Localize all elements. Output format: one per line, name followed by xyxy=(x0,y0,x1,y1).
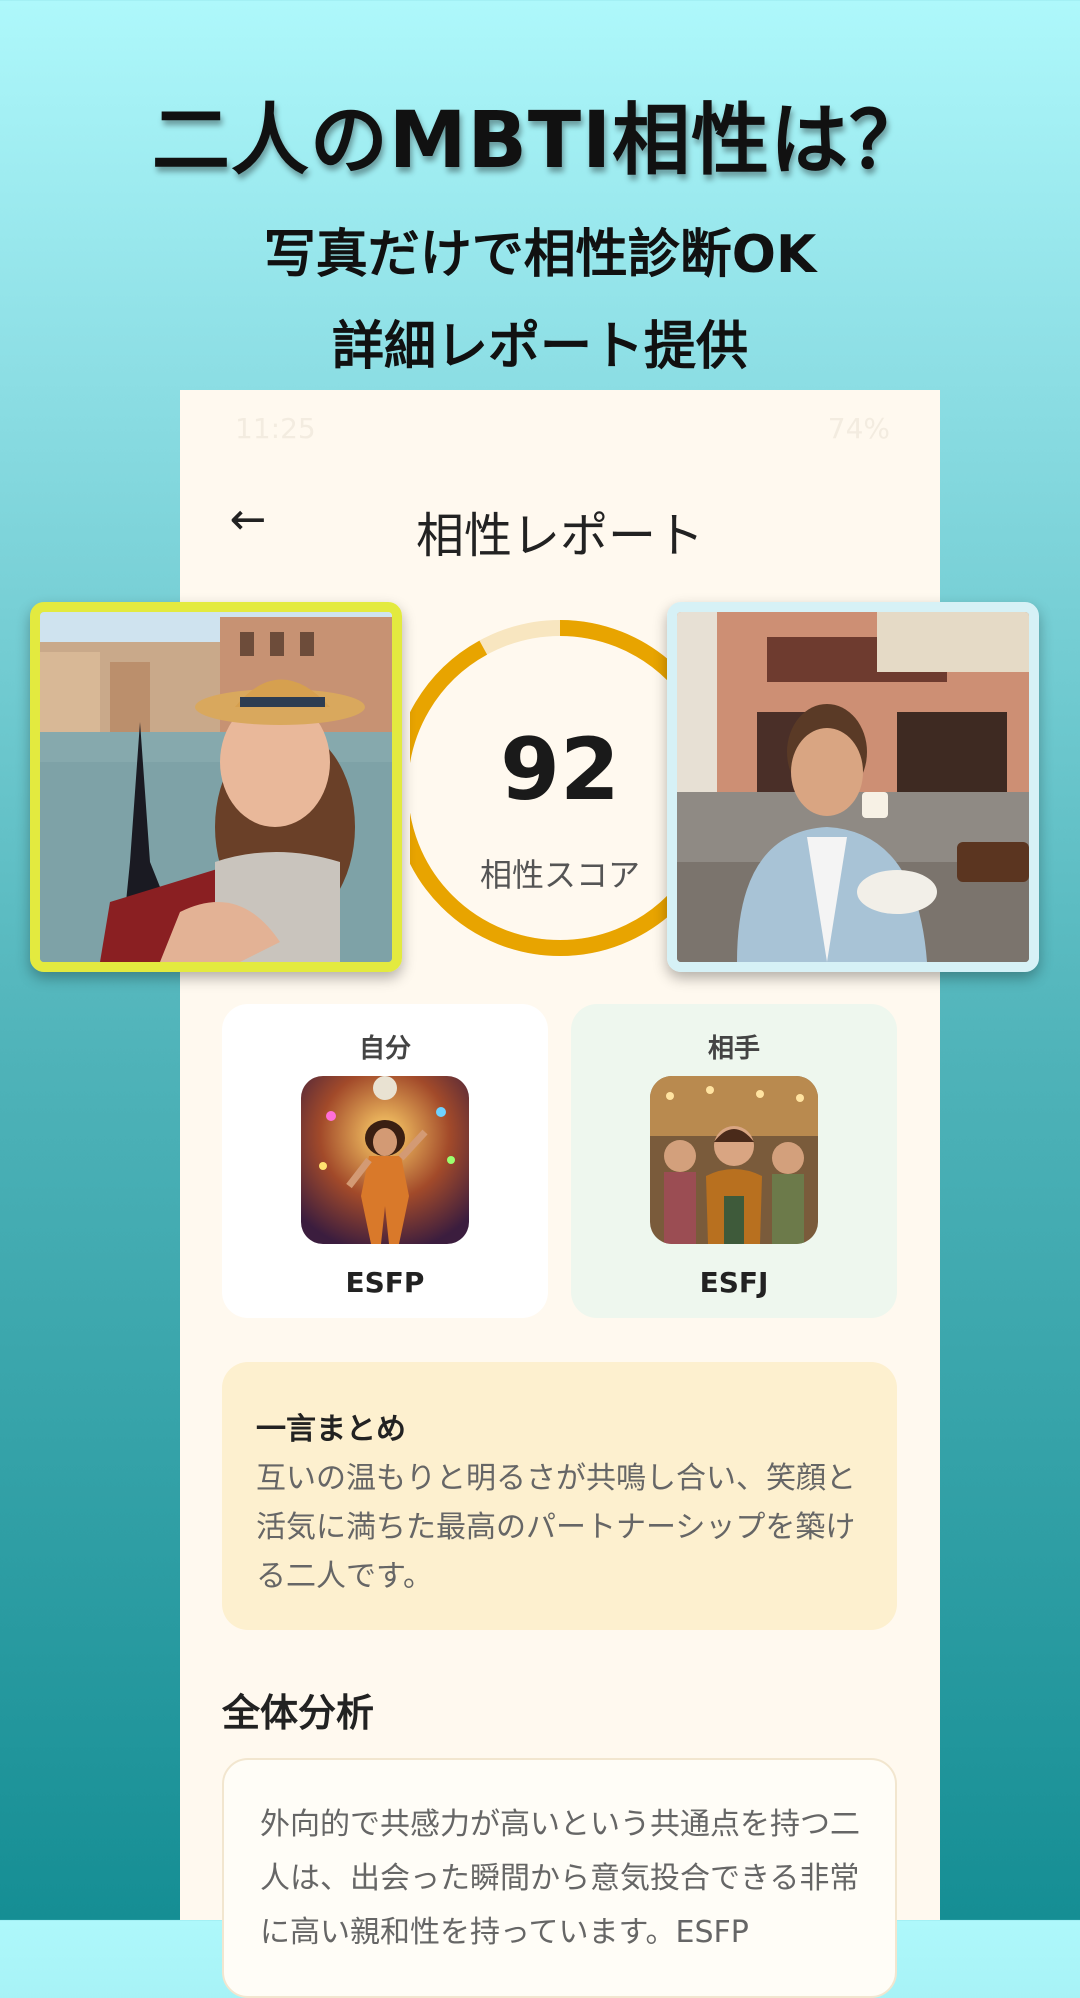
promo-subtitle-line-1: 写真だけで相性診断OK xyxy=(263,225,817,285)
promo-subtitle-line-2: 詳細レポート提供 xyxy=(331,317,748,377)
analysis-card: 外向的で共感力が高いという共通点を持つ二人は、出会った瞬間から意気投合できる非常… xyxy=(222,1758,897,1998)
self-photo[interactable] xyxy=(30,602,402,972)
app-bar: ← 相性レポート xyxy=(180,460,940,590)
community-gathering-illustration xyxy=(650,1076,818,1244)
partner-type-avatar xyxy=(650,1076,818,1244)
summary-card: 一言まとめ 互いの温もりと明るさが共鳴し合い、笑顔と活気に満ちた最高のパートナー… xyxy=(222,1362,897,1630)
summary-title: 一言まとめ xyxy=(256,1412,406,1447)
self-type-avatar xyxy=(301,1076,469,1244)
compatibility-score: 92 相性スコア xyxy=(410,618,710,988)
analysis-text: 外向的で共感力が高いという共通点を持つ二人は、出会った瞬間から意気投合できる非常… xyxy=(260,1807,860,1950)
analysis-section-title: 全体分析 xyxy=(222,1691,375,1735)
summary-text: 互いの温もりと明るさが共鳴し合い、笑顔と活気に満ちた最高のパートナーシップを築け… xyxy=(256,1461,856,1594)
status-bar: 11:25 74% xyxy=(180,412,940,452)
status-time: 11:25 xyxy=(235,412,316,445)
self-card-label: 自分 xyxy=(358,1034,411,1064)
status-battery: 74% xyxy=(827,412,890,445)
disco-dancer-illustration xyxy=(301,1076,469,1244)
partner-type-card[interactable]: 相手 ESFJ xyxy=(571,1004,897,1318)
score-label: 相性スコア xyxy=(479,856,640,894)
partner-photo[interactable] xyxy=(667,602,1039,972)
promo-title: 二人のMBTI相性は？ xyxy=(151,96,929,186)
self-type-name: ESFP xyxy=(345,1266,425,1299)
partner-card-label: 相手 xyxy=(707,1034,760,1064)
score-value: 92 xyxy=(500,720,620,820)
partner-type-name: ESFJ xyxy=(699,1266,769,1299)
man-cafe-photo xyxy=(677,612,1029,962)
self-type-card[interactable]: 自分 ESFP xyxy=(222,1004,548,1318)
page-title: 相性レポート xyxy=(415,508,704,564)
woman-gondola-photo xyxy=(40,612,392,962)
